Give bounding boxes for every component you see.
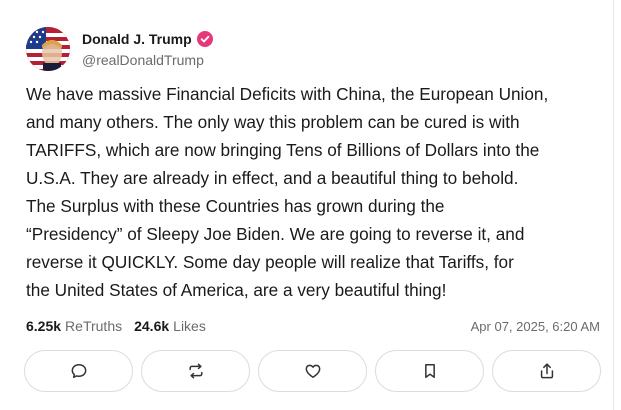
retruth-button[interactable] bbox=[141, 350, 250, 392]
post-text: We have massive Financial Deficits with … bbox=[26, 84, 549, 300]
verified-badge-icon bbox=[196, 31, 213, 47]
reply-button[interactable] bbox=[24, 350, 133, 392]
retruths-label: ReTruths bbox=[65, 318, 123, 334]
bookmark-button[interactable] bbox=[375, 350, 484, 392]
like-button[interactable] bbox=[258, 350, 367, 392]
likes-stat[interactable]: 24.6k Likes bbox=[134, 318, 206, 334]
post-page: Donald J. Trump @realDonaldTrump We have… bbox=[0, 0, 621, 410]
author-name-row[interactable]: Donald J. Trump bbox=[82, 30, 213, 48]
post-header: Donald J. Trump @realDonaldTrump bbox=[26, 27, 213, 71]
share-button[interactable] bbox=[492, 350, 601, 392]
likes-count: 24.6k bbox=[134, 318, 170, 334]
avatar[interactable] bbox=[26, 27, 70, 71]
retruths-count: 6.25k bbox=[26, 318, 62, 334]
retruth-icon bbox=[188, 363, 203, 379]
likes-label: Likes bbox=[173, 318, 206, 334]
bookmark-icon bbox=[424, 364, 435, 378]
post-stats: 6.25k ReTruths 24.6k Likes Apr 07, 2025,… bbox=[26, 316, 600, 336]
action-bar bbox=[24, 350, 601, 392]
retruths-stat[interactable]: 6.25k ReTruths bbox=[26, 318, 122, 334]
post-timestamp[interactable]: Apr 07, 2025, 6:20 AM bbox=[471, 319, 600, 334]
author-name[interactable]: Donald J. Trump bbox=[82, 31, 192, 47]
share-icon bbox=[540, 363, 553, 379]
author-names: Donald J. Trump @realDonaldTrump bbox=[82, 30, 213, 68]
like-icon bbox=[305, 364, 320, 378]
author-handle[interactable]: @realDonaldTrump bbox=[82, 52, 213, 68]
comment-icon bbox=[71, 364, 86, 378]
avatar-image bbox=[26, 27, 70, 71]
